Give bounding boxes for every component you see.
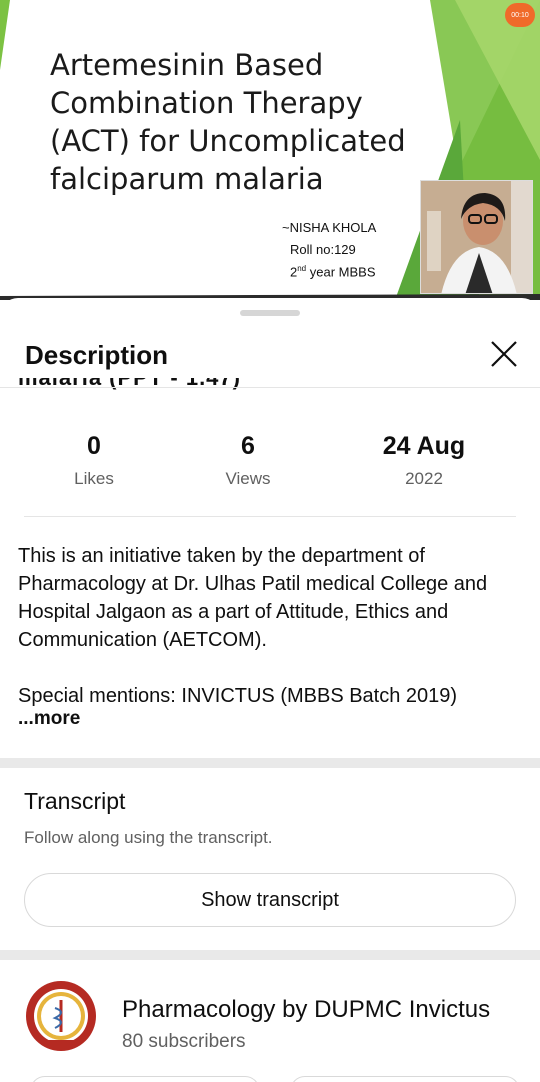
timer-badge: 00:10 — [505, 3, 535, 27]
channel-action-button[interactable] — [290, 1076, 520, 1082]
likes-count: 0 — [87, 432, 101, 460]
section-divider — [0, 950, 540, 960]
channel-action-button[interactable] — [30, 1076, 260, 1082]
slide-title: Artemesinin Based Combination Therapy (A… — [50, 48, 406, 196]
transcript-title: Transcript — [24, 788, 126, 814]
close-icon — [491, 341, 517, 367]
slide-author-name: ~NISHA KHOLA — [282, 220, 377, 235]
upload-date-stat: 24 Aug 2022 — [354, 432, 494, 489]
video-stats: 0 Likes 6 Views 24 Aug 2022 — [0, 432, 540, 492]
description-text: This is an initiative taken by the depar… — [18, 542, 523, 710]
likes-stat: 0 Likes — [24, 432, 164, 489]
video-player[interactable]: Artemesinin Based Combination Therapy (A… — [0, 0, 540, 300]
show-more-link[interactable]: ...more — [18, 708, 80, 730]
transcript-subtitle: Follow along using the transcript. — [24, 828, 273, 847]
views-label: Views — [225, 469, 271, 488]
upload-date-day: 24 Aug — [382, 432, 466, 460]
year-suffix: nd — [297, 264, 307, 273]
channel-name[interactable]: Pharmacology by DUPMC Invictus — [122, 996, 490, 1024]
stats-divider — [24, 516, 516, 517]
channel-row[interactable]: Pharmacology by DUPMC Invictus 80 subscr… — [0, 960, 540, 1082]
webcam-overlay — [420, 180, 533, 294]
close-button[interactable] — [484, 334, 524, 374]
channel-subscribers: 80 subscribers — [122, 1031, 246, 1052]
presenter-image — [421, 181, 532, 293]
year-text: year MBBS — [306, 264, 376, 280]
video-title-fragment: malaria (PPT - 1.47) — [18, 378, 498, 391]
views-count: 6 — [241, 432, 255, 460]
sheet-title: Description — [25, 340, 169, 370]
sheet-drag-handle[interactable] — [240, 310, 300, 316]
description-sheet: Description malaria (PPT - 1.47) 0 Likes… — [0, 298, 540, 1082]
slide-roll-number: Roll no:129 — [290, 242, 356, 257]
description-paragraph: This is an initiative taken by the depar… — [18, 545, 488, 651]
video-title-scrolled: malaria (PPT - 1.47) — [18, 378, 498, 400]
show-transcript-button[interactable]: Show transcript — [24, 873, 516, 927]
section-divider — [0, 758, 540, 768]
header-divider — [0, 387, 540, 388]
slide-author-block: ~NISHA KHOLA Roll no:129 2nd year MBBS — [282, 220, 376, 286]
slide-year: 2nd year MBBS — [290, 264, 376, 279]
likes-label: Likes — [74, 469, 114, 488]
special-mentions: Special mentions: INVICTUS (MBBS Batch 2… — [18, 685, 458, 707]
views-stat: 6 Views — [178, 432, 318, 489]
channel-logo[interactable] — [25, 980, 97, 1052]
upload-date-year: 2022 — [405, 469, 443, 488]
